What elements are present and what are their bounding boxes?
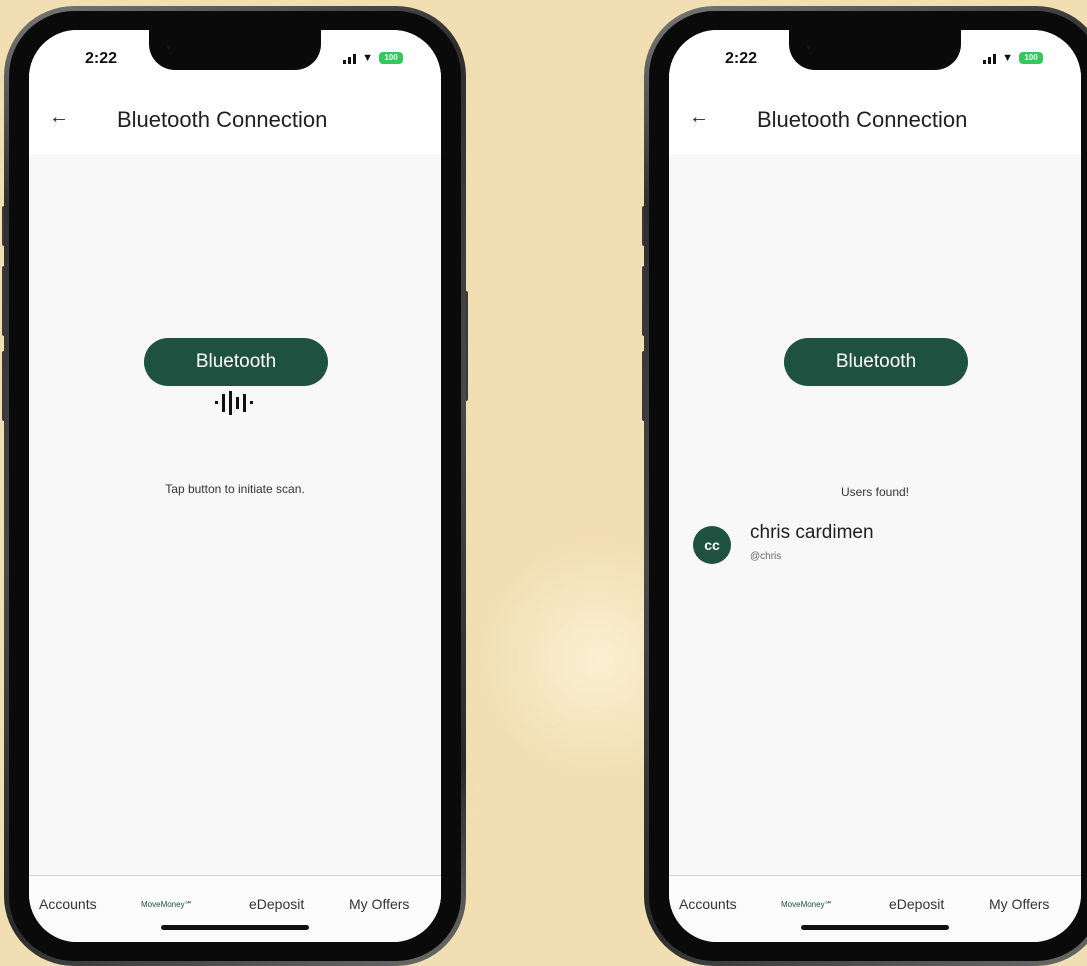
user-handle: @chris bbox=[750, 551, 782, 562]
status-icons: ▼ 100 bbox=[983, 52, 1043, 64]
tab-bar: Accounts MoveMoney℠ eDeposit My Offers bbox=[29, 875, 441, 942]
home-indicator[interactable] bbox=[161, 925, 309, 930]
status-time: 2:22 bbox=[725, 50, 758, 67]
phone-bezel: ◦ 2:22 ▼ 100 ← Bluetooth Connection Blue… bbox=[9, 11, 461, 961]
avatar: cc bbox=[693, 526, 731, 564]
camera-icon: ◦ bbox=[167, 42, 171, 52]
battery-icon: 100 bbox=[379, 52, 403, 64]
tab-bar: Accounts MoveMoney℠ eDeposit My Offers bbox=[669, 875, 1081, 942]
back-arrow-icon[interactable]: ← bbox=[49, 106, 69, 129]
back-arrow-icon[interactable]: ← bbox=[689, 106, 709, 129]
phone-1: ◦ 2:22 ▼ 100 ← Bluetooth Connection Blue… bbox=[2, 6, 468, 966]
page-title: Bluetooth Connection bbox=[757, 107, 968, 132]
home-indicator[interactable] bbox=[801, 925, 949, 930]
battery-icon: 100 bbox=[1019, 52, 1043, 64]
phone-frame: ◦ 2:22 ▼ 100 ← Bluetooth Connection Blue… bbox=[4, 6, 466, 966]
bluetooth-button[interactable]: Bluetooth bbox=[784, 338, 968, 386]
tab-my-offers[interactable]: My Offers bbox=[989, 896, 1049, 912]
status-icons: ▼ 100 bbox=[343, 52, 403, 64]
status-time: 2:22 bbox=[85, 50, 118, 67]
tab-accounts[interactable]: Accounts bbox=[679, 896, 737, 912]
page-title: Bluetooth Connection bbox=[117, 107, 328, 132]
screen: ◦ 2:22 ▼ 100 ← Bluetooth Connection Blue… bbox=[669, 30, 1081, 942]
tab-accounts[interactable]: Accounts bbox=[39, 896, 97, 912]
tab-edeposit[interactable]: eDeposit bbox=[249, 896, 304, 912]
wifi-icon: ▼ bbox=[1002, 51, 1013, 64]
phone-bezel: ◦ 2:22 ▼ 100 ← Bluetooth Connection Blue… bbox=[649, 11, 1087, 961]
scan-hint: Tap button to initiate scan. bbox=[165, 482, 305, 496]
wifi-icon: ▼ bbox=[362, 51, 373, 64]
phone-2: ◦ 2:22 ▼ 100 ← Bluetooth Connection Blue… bbox=[642, 6, 1087, 966]
camera-icon: ◦ bbox=[807, 42, 811, 52]
phone-frame: ◦ 2:22 ▼ 100 ← Bluetooth Connection Blue… bbox=[644, 6, 1087, 966]
sound-wave-icon bbox=[215, 391, 253, 415]
user-list-item[interactable]: cc chris cardimen @chris bbox=[693, 520, 953, 568]
tab-move-money[interactable]: MoveMoney℠ bbox=[141, 900, 193, 909]
notch: ◦ bbox=[149, 30, 321, 70]
signal-icon bbox=[983, 53, 997, 64]
tab-my-offers[interactable]: My Offers bbox=[349, 896, 409, 912]
screen: ◦ 2:22 ▼ 100 ← Bluetooth Connection Blue… bbox=[29, 30, 441, 942]
tab-move-money[interactable]: MoveMoney℠ bbox=[781, 900, 833, 909]
user-name: chris cardimen bbox=[750, 522, 874, 543]
users-found-label: Users found! bbox=[840, 485, 910, 499]
bluetooth-button[interactable]: Bluetooth bbox=[144, 338, 328, 386]
notch: ◦ bbox=[789, 30, 961, 70]
signal-icon bbox=[343, 53, 357, 64]
tab-edeposit[interactable]: eDeposit bbox=[889, 896, 944, 912]
